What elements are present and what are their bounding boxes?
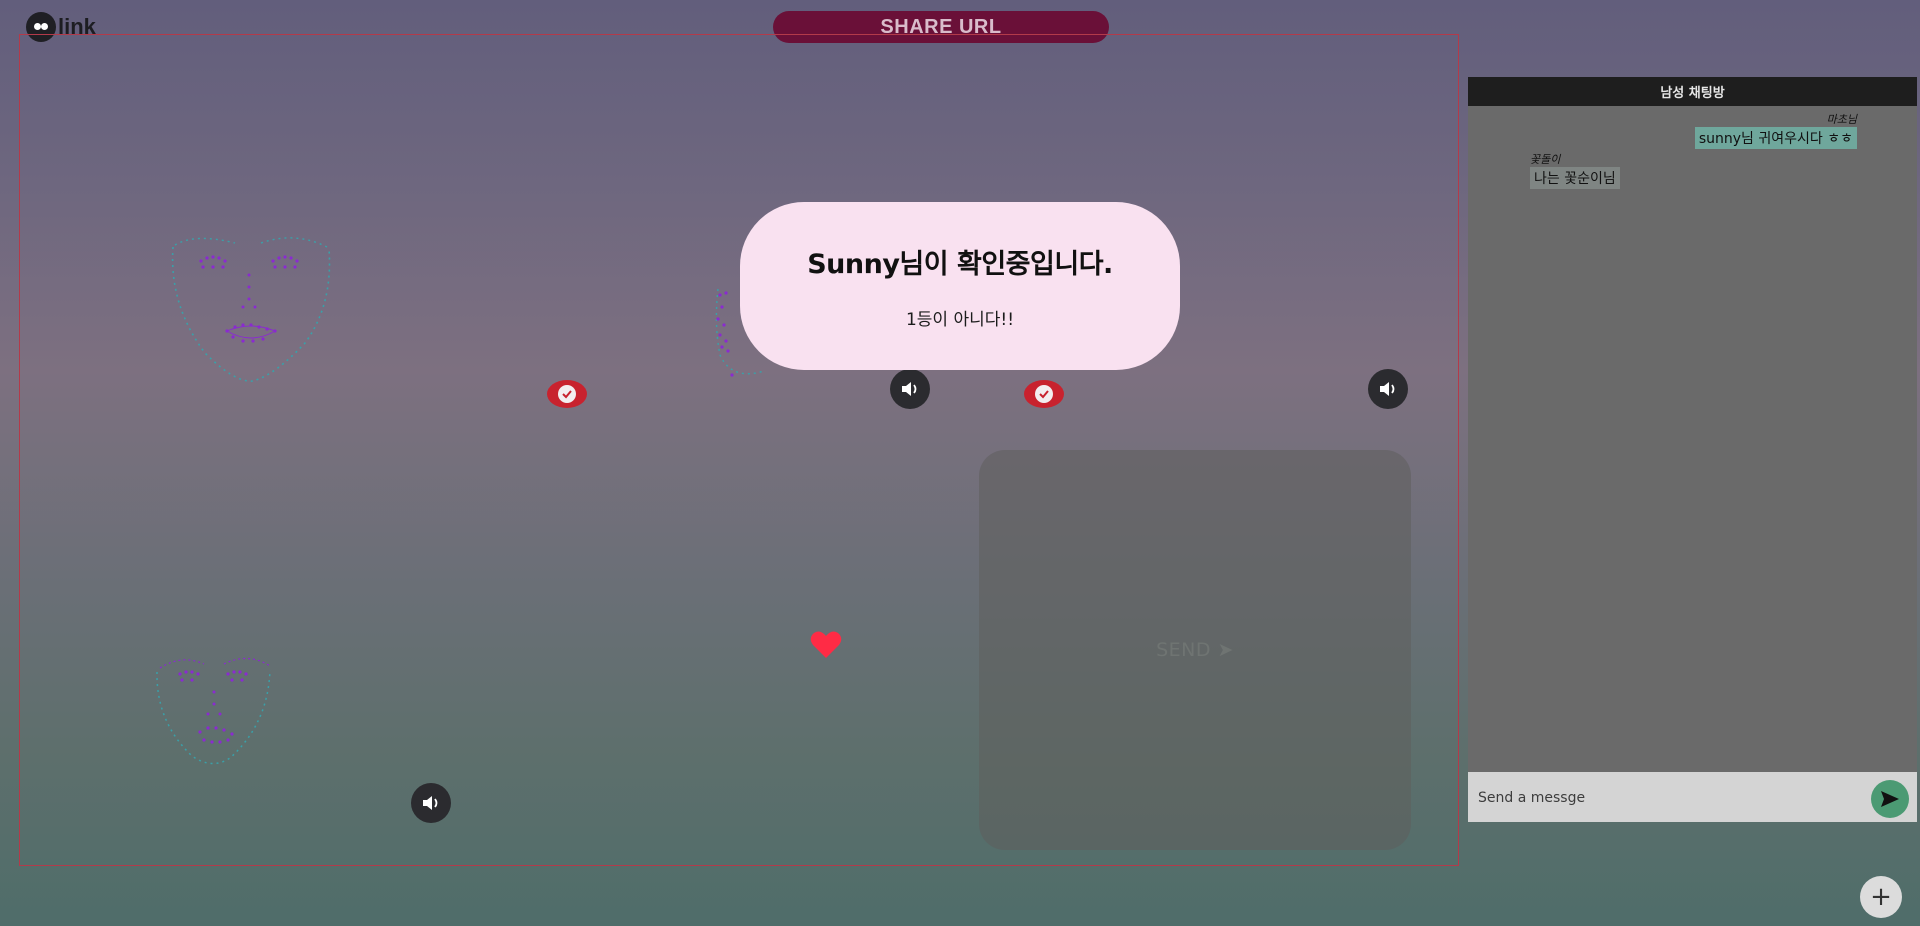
send-card-label: SEND ➤: [1156, 639, 1234, 661]
chat-title: 남성 채팅방: [1468, 77, 1917, 106]
message-text: sunny님 귀여우시다 ㅎㅎ: [1694, 127, 1857, 149]
status-modal: Sunny님이 확인중입니다. 1등이 아니다!!: [740, 202, 1180, 370]
chat-message: 마초님 sunny님 귀여우시다 ㅎㅎ: [1694, 111, 1857, 149]
face-mesh-3: [156, 657, 271, 765]
message-text: 나는 꽃순이님: [1530, 167, 1620, 189]
heart-icon[interactable]: [810, 630, 842, 660]
message-sender: 꽃돌이: [1530, 153, 1561, 166]
check-icon: [558, 385, 576, 403]
send-card[interactable]: SEND ➤: [979, 450, 1411, 850]
plus-icon: +: [1870, 882, 1892, 912]
mute-button-1[interactable]: [890, 369, 930, 409]
select-button-2[interactable]: [1024, 380, 1064, 408]
send-icon: [1881, 791, 1899, 807]
modal-subtitle: 1등이 아니다!!: [905, 310, 1015, 330]
chat-send-button[interactable]: [1871, 780, 1909, 818]
face-mesh-1: [171, 237, 331, 382]
check-icon: [1035, 385, 1053, 403]
speaker-icon: [1380, 382, 1395, 396]
add-button[interactable]: +: [1860, 876, 1902, 918]
mute-button-2[interactable]: [1368, 369, 1408, 409]
chat-message-input[interactable]: [1476, 782, 1860, 814]
mute-button-3[interactable]: [411, 783, 451, 823]
speaker-icon: [902, 382, 917, 396]
chat-panel: 남성 채팅방 마초님 sunny님 귀여우시다 ㅎㅎ 꽃돌이 나는 꽃순이님: [1468, 77, 1917, 822]
speaker-icon: [423, 796, 438, 810]
chat-input-bar: [1468, 772, 1917, 822]
select-button-1[interactable]: [547, 380, 587, 408]
modal-title: Sunny님이 확인중입니다.: [807, 249, 1113, 280]
message-sender: 마초님: [1826, 113, 1857, 126]
chat-message: 꽃돌이 나는 꽃순이님: [1530, 151, 1620, 189]
